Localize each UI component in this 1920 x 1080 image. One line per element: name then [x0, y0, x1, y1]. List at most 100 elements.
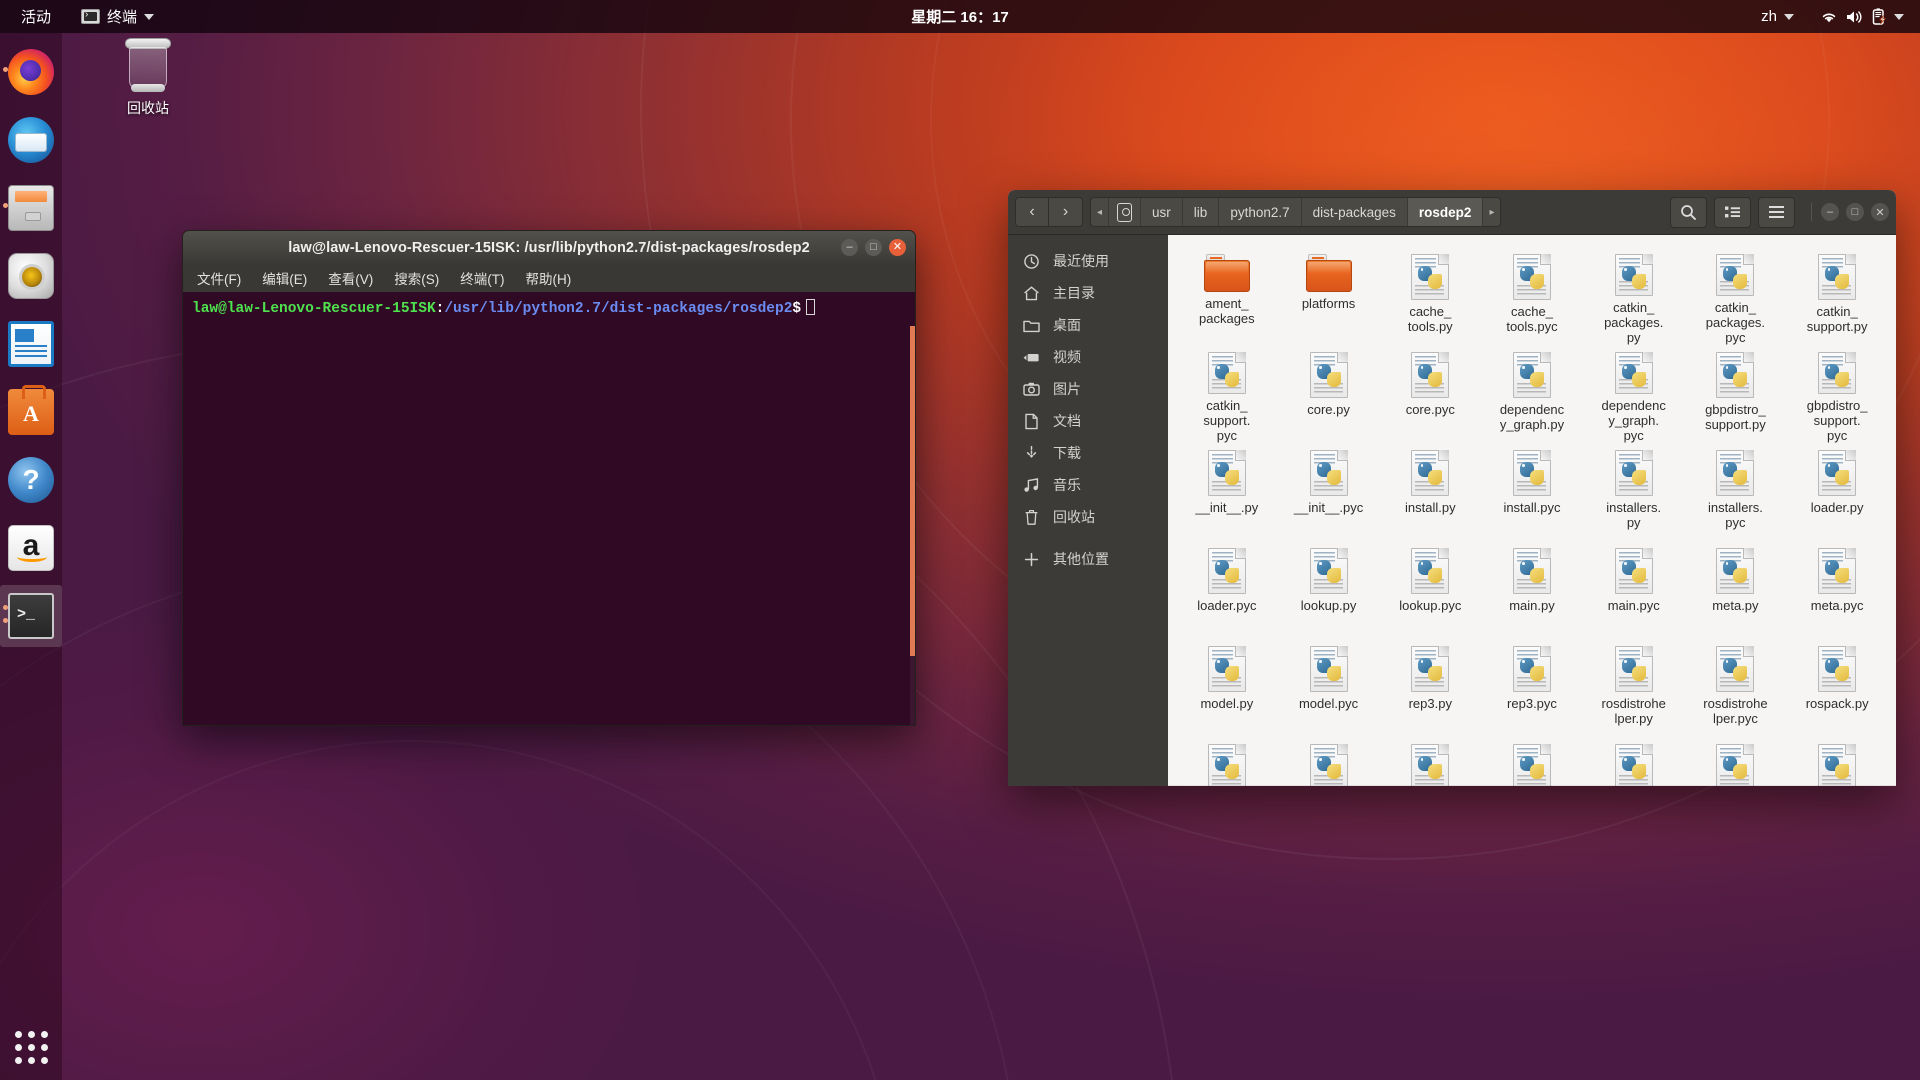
maximize-button[interactable]: □: [1846, 203, 1864, 221]
file-item[interactable]: gbpdistro_ support.py: [1685, 347, 1787, 445]
terminal-titlebar[interactable]: law@law-Lenovo-Rescuer-15ISK: /usr/lib/p…: [182, 230, 916, 264]
sidebar-item-music[interactable]: 音乐: [1008, 469, 1168, 501]
dock-item-rhythmbox[interactable]: [0, 245, 62, 307]
file-item[interactable]: core.pyc: [1379, 347, 1481, 445]
file-item[interactable]: sources_: [1685, 739, 1787, 786]
file-item[interactable]: install.pyc: [1481, 445, 1583, 543]
app-menu-button[interactable]: 终端: [74, 3, 161, 30]
system-status-menu[interactable]: [1814, 5, 1910, 29]
view-mode-button[interactable]: [1714, 196, 1751, 228]
forward-button[interactable]: ›: [1049, 197, 1083, 227]
desktop-icon-trash[interactable]: 回收站: [92, 38, 204, 118]
back-button[interactable]: ‹: [1015, 197, 1049, 227]
file-item[interactable]: rep3.py: [1379, 641, 1481, 739]
file-item[interactable]: loader.pyc: [1176, 543, 1278, 641]
minimize-button[interactable]: –: [1821, 203, 1839, 221]
file-item[interactable]: platforms: [1278, 249, 1380, 347]
sidebar-item-documents[interactable]: 文档: [1008, 405, 1168, 437]
file-item[interactable]: main.pyc: [1583, 543, 1685, 641]
dock-item-ubuntu-software[interactable]: [0, 381, 62, 443]
file-item[interactable]: dependenc y_graph. pyc: [1583, 347, 1685, 445]
sidebar-item-other-locations[interactable]: 其他位置: [1008, 543, 1168, 575]
close-button[interactable]: ✕: [1871, 203, 1889, 221]
file-item[interactable]: gbpdistro_ support. pyc: [1786, 347, 1888, 445]
breadcrumb-usr[interactable]: usr: [1141, 198, 1183, 226]
file-item[interactable]: shell_utils.: [1583, 739, 1685, 786]
dock-item-libreoffice-writer[interactable]: [0, 313, 62, 375]
file-item[interactable]: sources_: [1786, 739, 1888, 786]
file-item[interactable]: cache_ tools.py: [1379, 249, 1481, 347]
file-item[interactable]: installers. pyc: [1685, 445, 1787, 543]
file-item[interactable]: dependenc y_graph.py: [1481, 347, 1583, 445]
dock-item-thunderbird[interactable]: [0, 109, 62, 171]
file-item[interactable]: catkin_ packages. py: [1583, 249, 1685, 347]
show-applications-button[interactable]: [0, 1014, 62, 1080]
dock-item-amazon[interactable]: [0, 517, 62, 579]
maximize-button[interactable]: □: [865, 239, 882, 256]
dock-item-help[interactable]: [0, 449, 62, 511]
dock-item-firefox[interactable]: [0, 41, 62, 103]
menu-help[interactable]: 帮助(H): [523, 266, 575, 290]
file-manager-file-grid[interactable]: ament_ packages platforms cache_ tools.py c…: [1168, 235, 1896, 786]
file-item[interactable]: lookup.py: [1278, 543, 1380, 641]
sidebar-item-downloads[interactable]: 下载: [1008, 437, 1168, 469]
file-item[interactable]: rospkg_: [1278, 739, 1380, 786]
file-item[interactable]: installers. py: [1583, 445, 1685, 543]
close-button[interactable]: ✕: [889, 239, 906, 256]
file-item[interactable]: main.py: [1481, 543, 1583, 641]
dock-item-files[interactable]: [0, 177, 62, 239]
menu-search[interactable]: 搜索(S): [391, 266, 442, 290]
breadcrumb-device[interactable]: [1109, 198, 1142, 226]
file-item[interactable]: catkin_ support. pyc: [1176, 347, 1278, 445]
terminal-scrollbar[interactable]: [910, 326, 915, 725]
file-item[interactable]: model.py: [1176, 641, 1278, 739]
file-item[interactable]: rospkg_: [1379, 739, 1481, 786]
sidebar-item-trash[interactable]: 回收站: [1008, 501, 1168, 533]
file-item[interactable]: rosdistrohe lper.pyc: [1685, 641, 1787, 739]
sidebar-item-desktop[interactable]: 桌面: [1008, 309, 1168, 341]
breadcrumb-lib[interactable]: lib: [1183, 198, 1220, 226]
clock-button[interactable]: 星期二 16：17: [902, 3, 1018, 30]
file-item[interactable]: loader.py: [1786, 445, 1888, 543]
file-item[interactable]: ament_ packages: [1176, 249, 1278, 347]
file-item[interactable]: meta.py: [1685, 543, 1787, 641]
file-item[interactable]: core.py: [1278, 347, 1380, 445]
file-item[interactable]: shell_utils.: [1481, 739, 1583, 786]
file-item[interactable]: __init__.py: [1176, 445, 1278, 543]
plus-icon: [1022, 552, 1040, 567]
sidebar-item-recent[interactable]: 最近使用: [1008, 245, 1168, 277]
file-item[interactable]: catkin_ support.py: [1786, 249, 1888, 347]
sidebar-item-home[interactable]: 主目录: [1008, 277, 1168, 309]
menu-view[interactable]: 查看(V): [325, 266, 376, 290]
breadcrumb-scroll-right[interactable]: ▸: [1483, 198, 1500, 226]
file-item[interactable]: rospack.py: [1786, 641, 1888, 739]
breadcrumb-dist-packages[interactable]: dist-packages: [1302, 198, 1408, 226]
file-item[interactable]: install.py: [1379, 445, 1481, 543]
breadcrumb-rosdep2[interactable]: rosdep2: [1407, 198, 1484, 226]
menu-terminal[interactable]: 终端(T): [457, 266, 507, 290]
keyboard-layout-button[interactable]: zh: [1755, 5, 1800, 28]
file-item[interactable]: __init__.pyc: [1278, 445, 1380, 543]
sidebar-item-videos[interactable]: 视频: [1008, 341, 1168, 373]
sidebar-item-pictures[interactable]: 图片: [1008, 373, 1168, 405]
file-item[interactable]: model.pyc: [1278, 641, 1380, 739]
menu-file[interactable]: 文件(F): [194, 266, 244, 290]
menu-edit[interactable]: 编辑(E): [259, 266, 310, 290]
file-item[interactable]: cache_ tools.pyc: [1481, 249, 1583, 347]
terminal-output-area[interactable]: law@law-Lenovo-Rescuer-15ISK:/usr/lib/py…: [182, 292, 916, 726]
search-button[interactable]: [1670, 196, 1707, 228]
file-item[interactable]: rosdistrohe lper.py: [1583, 641, 1685, 739]
file-item[interactable]: catkin_ packages. pyc: [1685, 249, 1787, 347]
minimize-button[interactable]: –: [841, 239, 858, 256]
activities-button[interactable]: 活动: [14, 3, 58, 30]
file-manager-window[interactable]: ‹ › ◂ usr lib python2.7 dist-packages ro…: [1008, 190, 1896, 786]
terminal-window[interactable]: law@law-Lenovo-Rescuer-15ISK: /usr/lib/p…: [182, 230, 916, 726]
main-menu-button[interactable]: [1758, 196, 1795, 228]
file-item[interactable]: rep3.pyc: [1481, 641, 1583, 739]
file-item[interactable]: meta.pyc: [1786, 543, 1888, 641]
file-item[interactable]: lookup.pyc: [1379, 543, 1481, 641]
dock-item-terminal[interactable]: [0, 585, 62, 647]
file-item[interactable]: rospack.: [1176, 739, 1278, 786]
breadcrumb-python2-7[interactable]: python2.7: [1219, 198, 1302, 226]
breadcrumb-scroll-left[interactable]: ◂: [1091, 198, 1110, 226]
